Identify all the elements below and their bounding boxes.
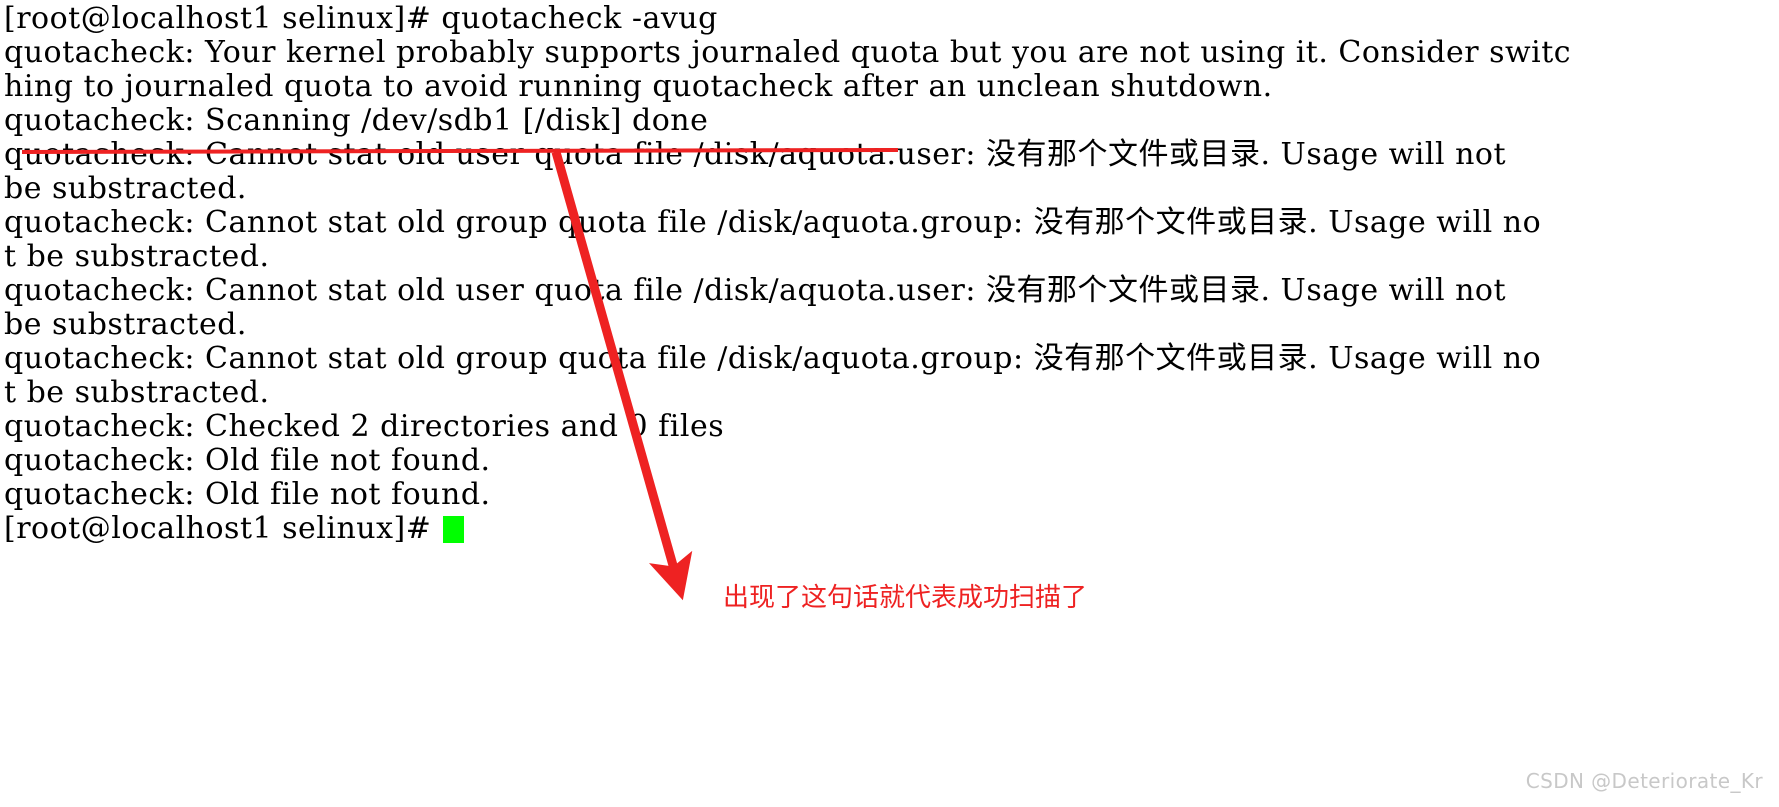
terminal-window[interactable]: [root@localhost1 selinux]# quotacheck -a… xyxy=(0,0,1779,807)
terminal-line-text: [root@localhost1 selinux]# quotacheck -a… xyxy=(4,1,718,36)
line-kernel-warn-1: quotacheck: Your kernel probably support… xyxy=(4,36,1779,70)
line-user-quota-2a: quotacheck: Cannot stat old user quota f… xyxy=(4,274,1779,308)
line-prompt-command: [root@localhost1 selinux]# quotacheck -a… xyxy=(4,2,1779,36)
line-oldfile-1: quotacheck: Old file not found. xyxy=(4,444,1779,478)
terminal-line-text: quotacheck: Scanning /dev/sdb1 [/disk] d… xyxy=(4,103,709,138)
line-scanning: quotacheck: Scanning /dev/sdb1 [/disk] d… xyxy=(4,104,1779,138)
terminal-line-text: be substracted. xyxy=(4,171,247,206)
watermark-label: CSDN @Deteriorate_Kr xyxy=(1525,769,1763,793)
terminal-line-text: quotacheck: Cannot stat old group quota … xyxy=(4,341,1542,376)
terminal-line-text: quotacheck: Cannot stat old user quota f… xyxy=(4,273,1507,308)
terminal-line-text: quotacheck: Old file not found. xyxy=(4,443,491,478)
line-oldfile-2: quotacheck: Old file not found. xyxy=(4,478,1779,512)
annotation-caption: 出现了这句话就代表成功扫描了 xyxy=(723,583,1088,613)
terminal-line-text: be substracted. xyxy=(4,307,247,342)
terminal-line-text: quotacheck: Your kernel probably support… xyxy=(4,35,1572,70)
line-user-quota-1a: quotacheck: Cannot stat old user quota f… xyxy=(4,138,1779,172)
line-user-quota-1b: be substracted. xyxy=(4,172,1779,206)
line-kernel-warn-2: hing to journaled quota to avoid running… xyxy=(4,70,1779,104)
terminal-line-text: [root@localhost1 selinux]# xyxy=(4,511,442,546)
terminal-line-text: hing to journaled quota to avoid running… xyxy=(4,69,1273,104)
line-checked: quotacheck: Checked 2 directories and 0 … xyxy=(4,410,1779,444)
line-group-quota-1a: quotacheck: Cannot stat old group quota … xyxy=(4,206,1779,240)
terminal-output: [root@localhost1 selinux]# quotacheck -a… xyxy=(4,2,1779,546)
terminal-line-text: quotacheck: Cannot stat old user quota f… xyxy=(4,137,1507,172)
line-group-quota-2b: t be substracted. xyxy=(4,376,1779,410)
line-user-quota-2b: be substracted. xyxy=(4,308,1779,342)
line-group-quota-1b: t be substracted. xyxy=(4,240,1779,274)
terminal-cursor xyxy=(443,516,465,543)
terminal-line-text: t be substracted. xyxy=(4,239,270,274)
terminal-line-text: quotacheck: Old file not found. xyxy=(4,477,491,512)
line-final-prompt: [root@localhost1 selinux]# xyxy=(4,512,1779,546)
terminal-line-text: quotacheck: Cannot stat old group quota … xyxy=(4,205,1542,240)
line-group-quota-2a: quotacheck: Cannot stat old group quota … xyxy=(4,342,1779,376)
terminal-line-text: t be substracted. xyxy=(4,375,270,410)
terminal-line-text: quotacheck: Checked 2 directories and 0 … xyxy=(4,409,725,444)
